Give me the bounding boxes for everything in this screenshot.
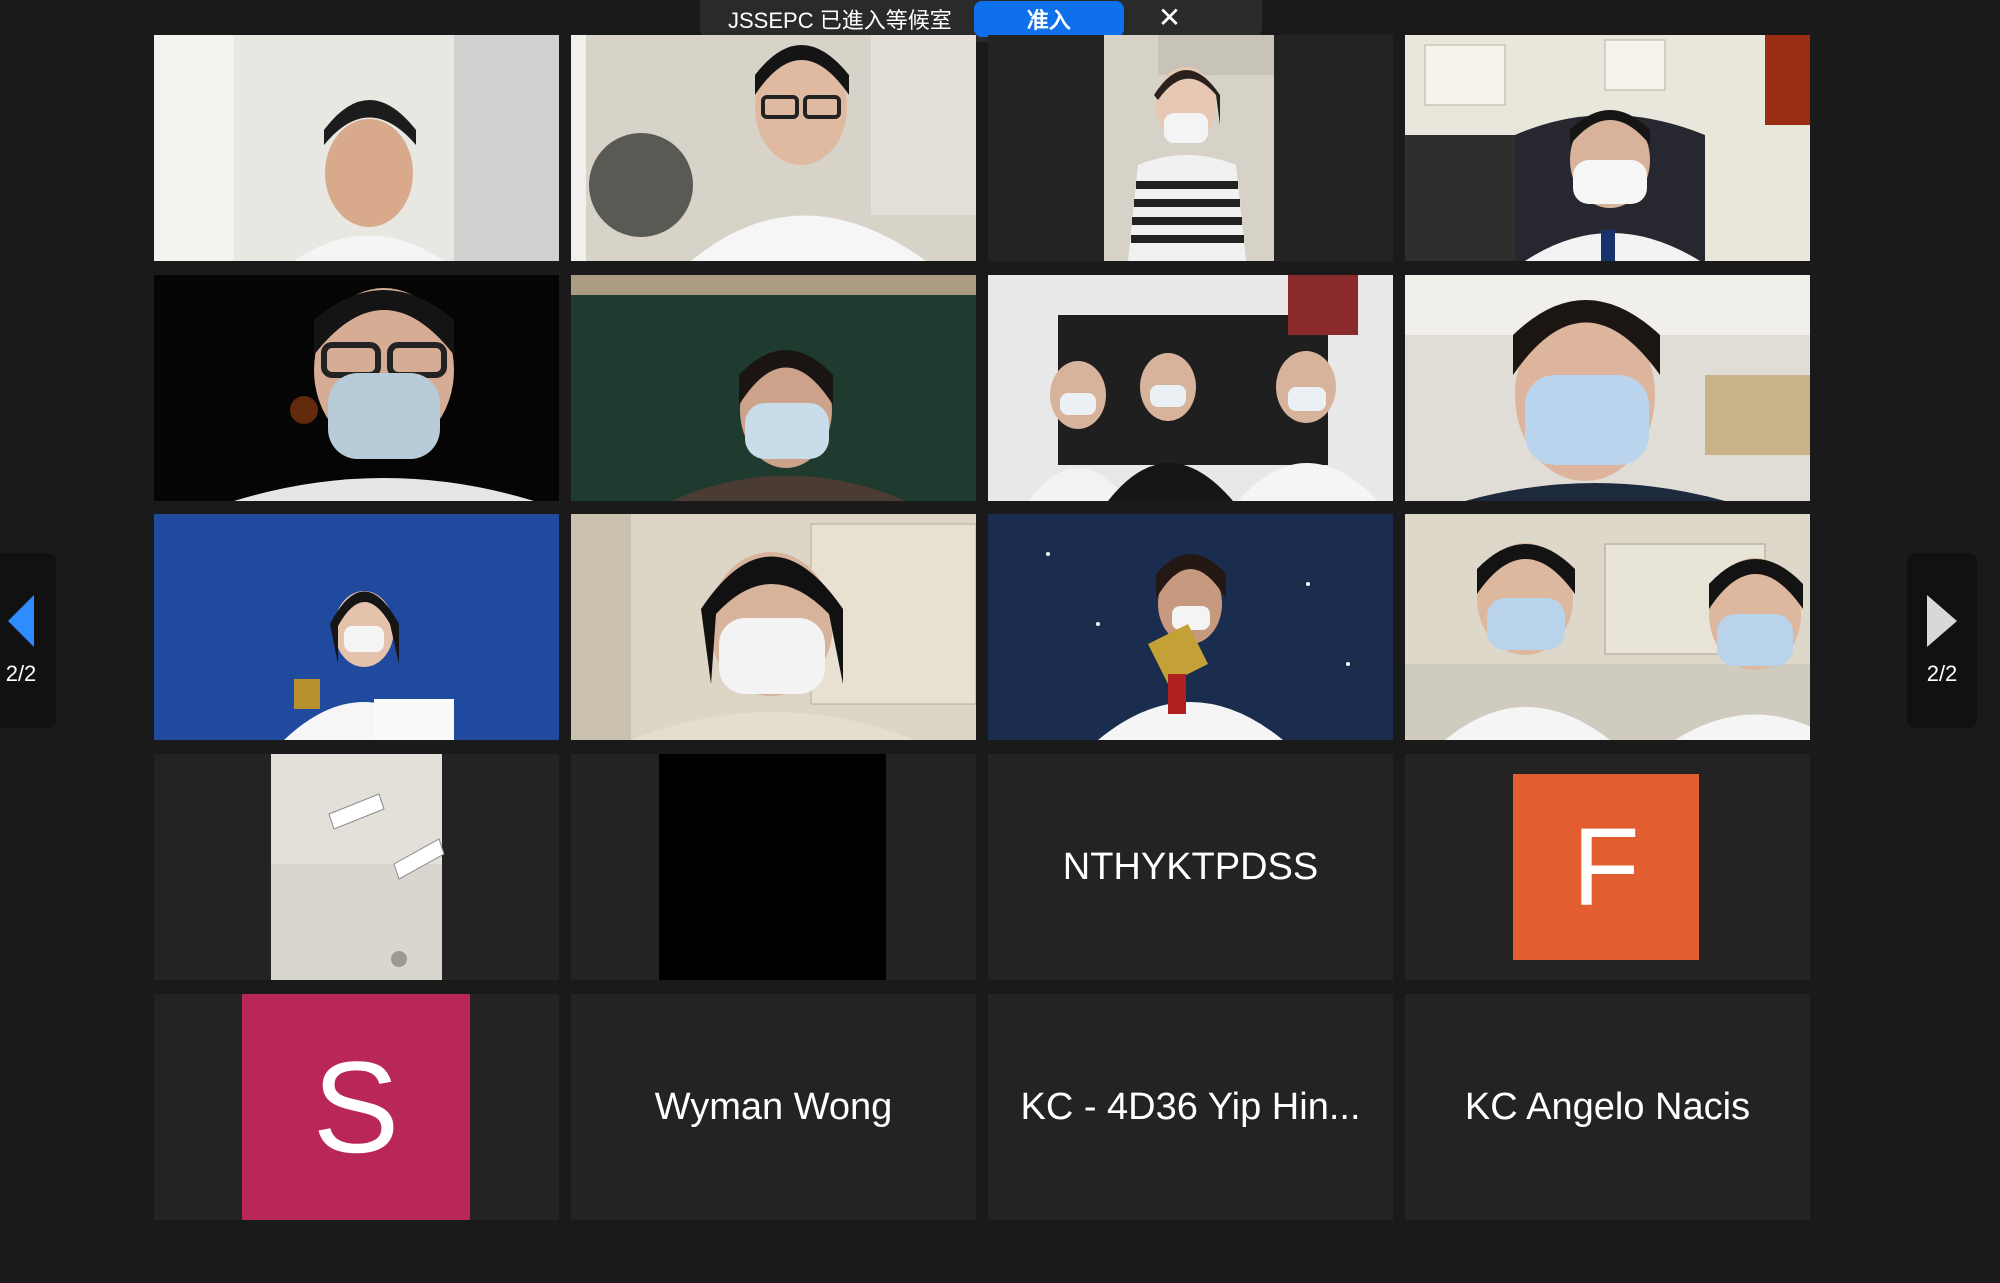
participant-video-tile[interactable] [988, 275, 1393, 501]
participant-video [571, 514, 976, 740]
close-icon[interactable]: ✕ [1158, 4, 1181, 32]
admit-button[interactable]: 准入 [973, 1, 1124, 37]
participant-name-tile[interactable]: KC - 4D36 Yip Hin... [988, 994, 1393, 1220]
participant-video-tile[interactable] [988, 514, 1393, 740]
participant-video [154, 754, 559, 980]
participant-video-tile[interactable] [1405, 275, 1810, 501]
previous-page-button[interactable]: 2/2 [0, 553, 56, 728]
avatar: S [242, 994, 470, 1220]
arrow-left-icon [8, 594, 34, 647]
participant-video-tile[interactable] [154, 35, 559, 261]
page-indicator: 2/2 [1926, 660, 1958, 686]
participant-video-tile[interactable] [1405, 35, 1810, 261]
participant-avatar-tile[interactable]: S [154, 994, 559, 1220]
participant-video-tile[interactable] [988, 35, 1393, 261]
participant-video [571, 754, 976, 980]
participant-name-tile[interactable]: NTHYKTPDSS [988, 754, 1393, 980]
participant-video-tile[interactable] [571, 754, 976, 980]
participant-video [571, 35, 976, 261]
participant-video-tile[interactable] [571, 514, 976, 740]
page-indicator: 2/2 [5, 660, 37, 686]
participant-video-tile[interactable] [154, 754, 559, 980]
participant-video-tile[interactable] [571, 35, 976, 261]
participant-video [154, 514, 559, 740]
participant-video [988, 275, 1393, 501]
participant-video-tile[interactable] [1405, 514, 1810, 740]
participant-video [1405, 514, 1810, 740]
participant-video [988, 35, 1393, 261]
participant-video [571, 275, 976, 501]
avatar: F [1513, 774, 1699, 960]
participant-video [154, 275, 559, 501]
participant-name: Wyman Wong [654, 1085, 893, 1128]
participant-video-tile[interactable] [154, 275, 559, 501]
participant-video [154, 35, 559, 261]
participant-video [1405, 35, 1810, 261]
participant-name: NTHYKTPDSS [1062, 845, 1319, 888]
arrow-right-icon [1927, 594, 1957, 647]
waiting-room-message: JSSEPC 已進入等候室 [728, 8, 952, 33]
next-page-button[interactable]: 2/2 [1907, 553, 1977, 728]
participant-video [1405, 275, 1810, 501]
participant-avatar-tile[interactable]: F [1405, 754, 1810, 980]
participant-name: KC Angelo Nacis [1464, 1085, 1751, 1128]
participant-video-tile[interactable] [154, 514, 559, 740]
participant-name-tile[interactable]: Wyman Wong [571, 994, 976, 1220]
participant-name-tile[interactable]: KC Angelo Nacis [1405, 994, 1810, 1220]
participant-video [988, 514, 1393, 740]
participant-name: KC - 4D36 Yip Hin... [1020, 1085, 1361, 1128]
participant-video-tile[interactable] [571, 275, 976, 501]
